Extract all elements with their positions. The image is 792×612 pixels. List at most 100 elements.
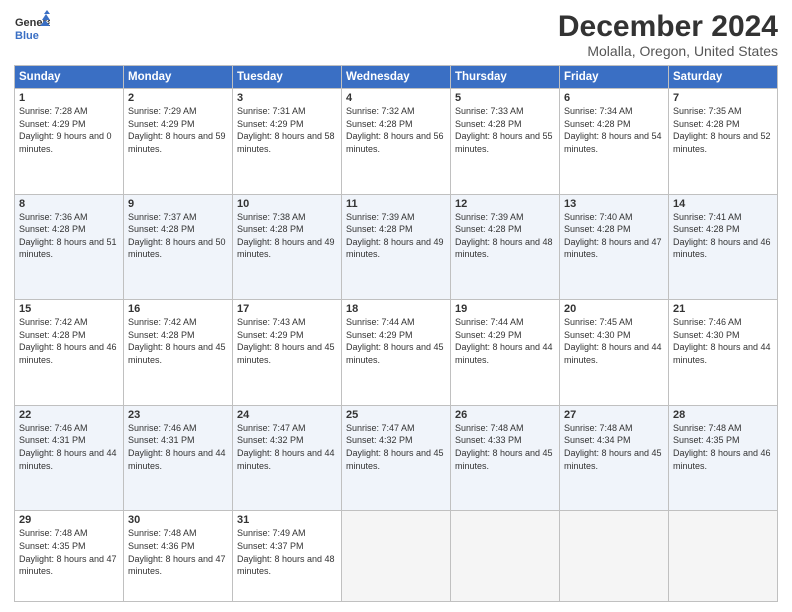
day-number: 19 (455, 303, 555, 315)
day-info: Sunrise: 7:48 AMSunset: 4:35 PMDaylight:… (19, 528, 117, 576)
table-row: 12 Sunrise: 7:39 AMSunset: 4:28 PMDaylig… (451, 194, 560, 300)
day-info: Sunrise: 7:32 AMSunset: 4:28 PMDaylight:… (346, 106, 444, 154)
table-row: 29 Sunrise: 7:48 AMSunset: 4:35 PMDaylig… (15, 511, 124, 602)
table-row: 3 Sunrise: 7:31 AMSunset: 4:29 PMDayligh… (233, 89, 342, 195)
table-row: 10 Sunrise: 7:38 AMSunset: 4:28 PMDaylig… (233, 194, 342, 300)
day-number: 24 (237, 409, 337, 421)
table-row: 26 Sunrise: 7:48 AMSunset: 4:33 PMDaylig… (451, 405, 560, 511)
day-info: Sunrise: 7:38 AMSunset: 4:28 PMDaylight:… (237, 212, 335, 260)
table-row: 20 Sunrise: 7:45 AMSunset: 4:30 PMDaylig… (560, 300, 669, 406)
table-row: 24 Sunrise: 7:47 AMSunset: 4:32 PMDaylig… (233, 405, 342, 511)
day-info: Sunrise: 7:47 AMSunset: 4:32 PMDaylight:… (346, 423, 444, 471)
day-number: 11 (346, 198, 446, 210)
day-number: 8 (19, 198, 119, 210)
day-number: 15 (19, 303, 119, 315)
day-info: Sunrise: 7:36 AMSunset: 4:28 PMDaylight:… (19, 212, 117, 260)
table-row: 13 Sunrise: 7:40 AMSunset: 4:28 PMDaylig… (560, 194, 669, 300)
calendar-header-row: Sunday Monday Tuesday Wednesday Thursday… (15, 66, 778, 89)
table-row: 7 Sunrise: 7:35 AMSunset: 4:28 PMDayligh… (669, 89, 778, 195)
day-info: Sunrise: 7:45 AMSunset: 4:30 PMDaylight:… (564, 317, 662, 365)
table-row: 9 Sunrise: 7:37 AMSunset: 4:28 PMDayligh… (124, 194, 233, 300)
page: General Blue December 2024 Molalla, Oreg… (0, 0, 792, 612)
day-number: 27 (564, 409, 664, 421)
day-number: 10 (237, 198, 337, 210)
day-info: Sunrise: 7:47 AMSunset: 4:32 PMDaylight:… (237, 423, 335, 471)
day-info: Sunrise: 7:43 AMSunset: 4:29 PMDaylight:… (237, 317, 335, 365)
table-row: 31 Sunrise: 7:49 AMSunset: 4:37 PMDaylig… (233, 511, 342, 602)
day-number: 7 (673, 92, 773, 104)
table-row: 1 Sunrise: 7:28 AMSunset: 4:29 PMDayligh… (15, 89, 124, 195)
day-number: 26 (455, 409, 555, 421)
day-info: Sunrise: 7:48 AMSunset: 4:33 PMDaylight:… (455, 423, 553, 471)
table-row: 30 Sunrise: 7:48 AMSunset: 4:36 PMDaylig… (124, 511, 233, 602)
day-info: Sunrise: 7:39 AMSunset: 4:28 PMDaylight:… (346, 212, 444, 260)
day-number: 16 (128, 303, 228, 315)
col-monday: Monday (124, 66, 233, 89)
day-info: Sunrise: 7:41 AMSunset: 4:28 PMDaylight:… (673, 212, 771, 260)
day-info: Sunrise: 7:46 AMSunset: 4:30 PMDaylight:… (673, 317, 771, 365)
day-number: 5 (455, 92, 555, 104)
calendar-table: Sunday Monday Tuesday Wednesday Thursday… (14, 65, 778, 602)
table-row: 11 Sunrise: 7:39 AMSunset: 4:28 PMDaylig… (342, 194, 451, 300)
table-row: 22 Sunrise: 7:46 AMSunset: 4:31 PMDaylig… (15, 405, 124, 511)
table-row: 19 Sunrise: 7:44 AMSunset: 4:29 PMDaylig… (451, 300, 560, 406)
day-info: Sunrise: 7:28 AMSunset: 4:29 PMDaylight:… (19, 106, 112, 154)
table-row: 8 Sunrise: 7:36 AMSunset: 4:28 PMDayligh… (15, 194, 124, 300)
day-info: Sunrise: 7:39 AMSunset: 4:28 PMDaylight:… (455, 212, 553, 260)
day-number: 21 (673, 303, 773, 315)
table-row: 14 Sunrise: 7:41 AMSunset: 4:28 PMDaylig… (669, 194, 778, 300)
day-info: Sunrise: 7:29 AMSunset: 4:29 PMDaylight:… (128, 106, 226, 154)
table-row: 15 Sunrise: 7:42 AMSunset: 4:28 PMDaylig… (15, 300, 124, 406)
day-info: Sunrise: 7:40 AMSunset: 4:28 PMDaylight:… (564, 212, 662, 260)
day-number: 17 (237, 303, 337, 315)
day-info: Sunrise: 7:42 AMSunset: 4:28 PMDaylight:… (19, 317, 117, 365)
logo-svg: General Blue (14, 10, 50, 46)
table-row (451, 511, 560, 602)
day-number: 25 (346, 409, 446, 421)
table-row: 18 Sunrise: 7:44 AMSunset: 4:29 PMDaylig… (342, 300, 451, 406)
day-info: Sunrise: 7:44 AMSunset: 4:29 PMDaylight:… (455, 317, 553, 365)
svg-text:Blue: Blue (15, 30, 39, 42)
day-number: 13 (564, 198, 664, 210)
col-friday: Friday (560, 66, 669, 89)
day-info: Sunrise: 7:44 AMSunset: 4:29 PMDaylight:… (346, 317, 444, 365)
col-tuesday: Tuesday (233, 66, 342, 89)
day-number: 18 (346, 303, 446, 315)
logo: General Blue (14, 10, 50, 46)
table-row: 16 Sunrise: 7:42 AMSunset: 4:28 PMDaylig… (124, 300, 233, 406)
top-section: General Blue December 2024 Molalla, Oreg… (14, 10, 778, 59)
table-row: 21 Sunrise: 7:46 AMSunset: 4:30 PMDaylig… (669, 300, 778, 406)
day-info: Sunrise: 7:46 AMSunset: 4:31 PMDaylight:… (128, 423, 226, 471)
table-row (669, 511, 778, 602)
table-row: 5 Sunrise: 7:33 AMSunset: 4:28 PMDayligh… (451, 89, 560, 195)
table-row: 6 Sunrise: 7:34 AMSunset: 4:28 PMDayligh… (560, 89, 669, 195)
day-info: Sunrise: 7:48 AMSunset: 4:36 PMDaylight:… (128, 528, 226, 576)
col-saturday: Saturday (669, 66, 778, 89)
day-number: 2 (128, 92, 228, 104)
table-row: 28 Sunrise: 7:48 AMSunset: 4:35 PMDaylig… (669, 405, 778, 511)
day-number: 6 (564, 92, 664, 104)
col-sunday: Sunday (15, 66, 124, 89)
day-number: 1 (19, 92, 119, 104)
day-info: Sunrise: 7:49 AMSunset: 4:37 PMDaylight:… (237, 528, 335, 576)
day-number: 20 (564, 303, 664, 315)
page-subtitle: Molalla, Oregon, United States (558, 43, 778, 59)
table-row: 25 Sunrise: 7:47 AMSunset: 4:32 PMDaylig… (342, 405, 451, 511)
day-info: Sunrise: 7:34 AMSunset: 4:28 PMDaylight:… (564, 106, 662, 154)
table-row (560, 511, 669, 602)
table-row (342, 511, 451, 602)
day-number: 28 (673, 409, 773, 421)
day-number: 4 (346, 92, 446, 104)
header-right: December 2024 Molalla, Oregon, United St… (558, 10, 778, 59)
day-info: Sunrise: 7:48 AMSunset: 4:35 PMDaylight:… (673, 423, 771, 471)
day-number: 22 (19, 409, 119, 421)
page-title: December 2024 (558, 10, 778, 43)
col-wednesday: Wednesday (342, 66, 451, 89)
day-info: Sunrise: 7:46 AMSunset: 4:31 PMDaylight:… (19, 423, 117, 471)
col-thursday: Thursday (451, 66, 560, 89)
day-number: 31 (237, 514, 337, 526)
day-number: 12 (455, 198, 555, 210)
day-info: Sunrise: 7:33 AMSunset: 4:28 PMDaylight:… (455, 106, 553, 154)
day-number: 14 (673, 198, 773, 210)
day-info: Sunrise: 7:48 AMSunset: 4:34 PMDaylight:… (564, 423, 662, 471)
